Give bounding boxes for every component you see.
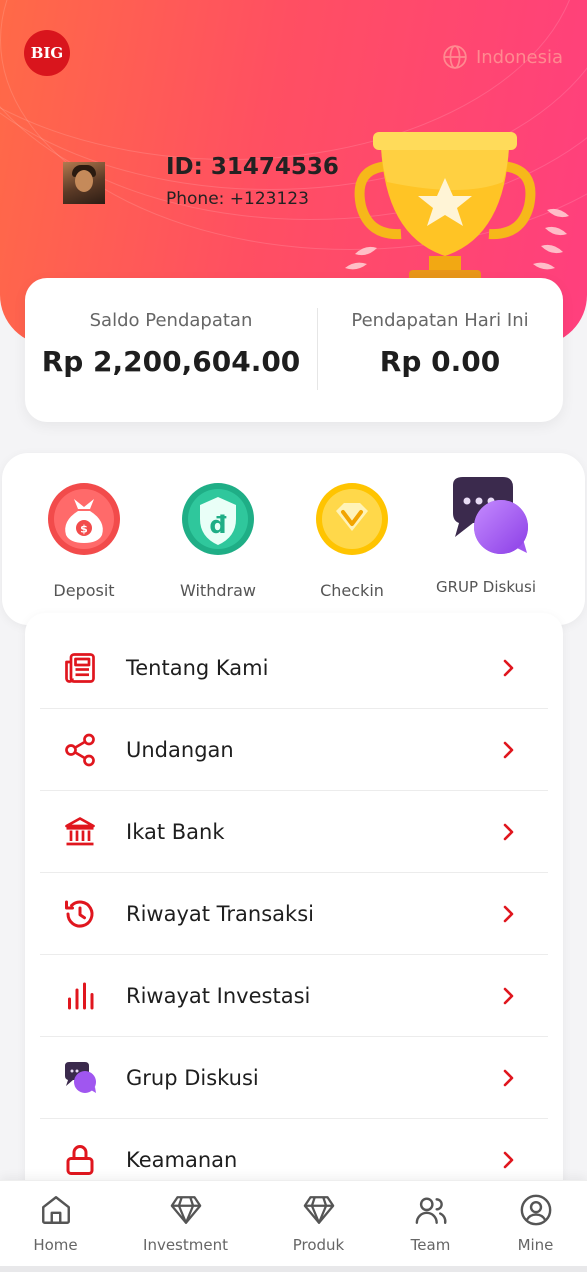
checkin-button[interactable]: Checkin (287, 453, 417, 625)
withdraw-button[interactable]: đ Withdraw (153, 453, 283, 625)
menu-item-transaction-history[interactable]: Riwayat Transaksi (40, 873, 548, 955)
menu-label: Ikat Bank (126, 819, 225, 844)
tab-home[interactable]: Home (0, 1181, 114, 1269)
income-label: Saldo Pendapatan (89, 310, 253, 331)
menu-label: Tentang Kami (126, 655, 269, 680)
trophy-icon (345, 132, 569, 284)
chevron-right-icon (503, 905, 514, 922)
bar-chart-icon (60, 976, 100, 1016)
money-bag-icon: $ (48, 483, 120, 555)
tab-team[interactable]: Team (372, 1181, 489, 1269)
chat-bubbles-icon (453, 477, 528, 554)
share-icon (60, 730, 100, 770)
globe-icon (443, 45, 467, 69)
deposit-button[interactable]: $ Deposit (19, 453, 149, 625)
menu-label: Grup Diskusi (126, 1065, 259, 1090)
tab-label: Investment (143, 1236, 228, 1254)
user-id: ID: 31474536 (166, 154, 339, 180)
balance-card: Saldo Pendapatan Rp 2,200,604.00 Pendapa… (25, 278, 563, 422)
user-phone: Phone: +123123 (166, 189, 309, 209)
avatar[interactable] (63, 162, 105, 204)
tab-mine[interactable]: Mine (477, 1181, 587, 1269)
chevron-right-icon (503, 1069, 514, 1086)
newspaper-icon (60, 648, 100, 688)
menu-item-investment-history[interactable]: Riwayat Investasi (40, 955, 548, 1037)
menu-label: Riwayat Investasi (126, 983, 311, 1008)
tab-label: Team (410, 1236, 451, 1254)
checkin-label: Checkin (320, 581, 384, 600)
chevron-right-icon (503, 741, 514, 758)
home-icon (42, 1196, 70, 1224)
menu-item-discussion-group[interactable]: Grup Diskusi (40, 1037, 548, 1119)
team-icon (415, 1197, 447, 1224)
chevron-right-icon (503, 659, 514, 676)
svg-text:$: $ (80, 523, 88, 536)
income-balance: Saldo Pendapatan Rp 2,200,604.00 (25, 310, 317, 378)
user-circle-icon (520, 1194, 552, 1226)
app-logo: BIG (24, 30, 70, 76)
tab-label: Produk (292, 1236, 345, 1254)
today-income: Pendapatan Hari Ini Rp 0.00 (317, 310, 563, 378)
language-selector[interactable]: Indonesia (442, 44, 563, 70)
tab-label: Home (33, 1236, 78, 1254)
menu-item-bind-bank[interactable]: Ikat Bank (40, 791, 548, 873)
diamond-icon (303, 1196, 335, 1224)
discussion-group-label: GRUP Diskusi (435, 578, 537, 596)
tab-investment[interactable]: Investment (127, 1181, 244, 1269)
lock-icon (60, 1140, 100, 1180)
income-value: Rp 2,200,604.00 (41, 345, 301, 378)
discussion-group-button[interactable]: GRUP Diskusi (421, 453, 551, 625)
quick-actions: $ Deposit đ Withdraw Checkin GRUP Diskus… (2, 453, 585, 625)
bank-icon (60, 812, 100, 852)
today-value: Rp 0.00 (379, 345, 501, 378)
menu-list: Tentang Kami Undangan Ikat Bank Riwayat … (25, 613, 563, 1213)
chevron-right-icon (503, 1151, 514, 1169)
home-indicator (0, 1266, 587, 1272)
bottom-tab-bar: Home Investment Produk Team Mine (0, 1180, 587, 1268)
menu-item-about[interactable]: Tentang Kami (40, 627, 548, 709)
menu-item-invitation[interactable]: Undangan (40, 709, 548, 791)
svg-text:đ: đ (209, 511, 226, 539)
today-label: Pendapatan Hari Ini (351, 310, 529, 331)
menu-label: Keamanan (126, 1148, 238, 1172)
diamond-icon (170, 1196, 202, 1224)
shield-dong-icon: đ (182, 483, 254, 555)
menu-label: Riwayat Transaksi (126, 901, 314, 926)
menu-label: Undangan (126, 737, 234, 762)
diamond-badge-icon (316, 483, 388, 555)
chevron-right-icon (503, 987, 514, 1004)
tab-label: Mine (517, 1236, 554, 1254)
withdraw-label: Withdraw (180, 581, 256, 600)
chat-bubbles-icon (60, 1058, 100, 1098)
tab-produk[interactable]: Produk (260, 1181, 377, 1269)
language-label: Indonesia (475, 46, 563, 68)
deposit-label: Deposit (53, 581, 115, 600)
chevron-right-icon (503, 823, 514, 840)
history-icon (60, 894, 100, 934)
